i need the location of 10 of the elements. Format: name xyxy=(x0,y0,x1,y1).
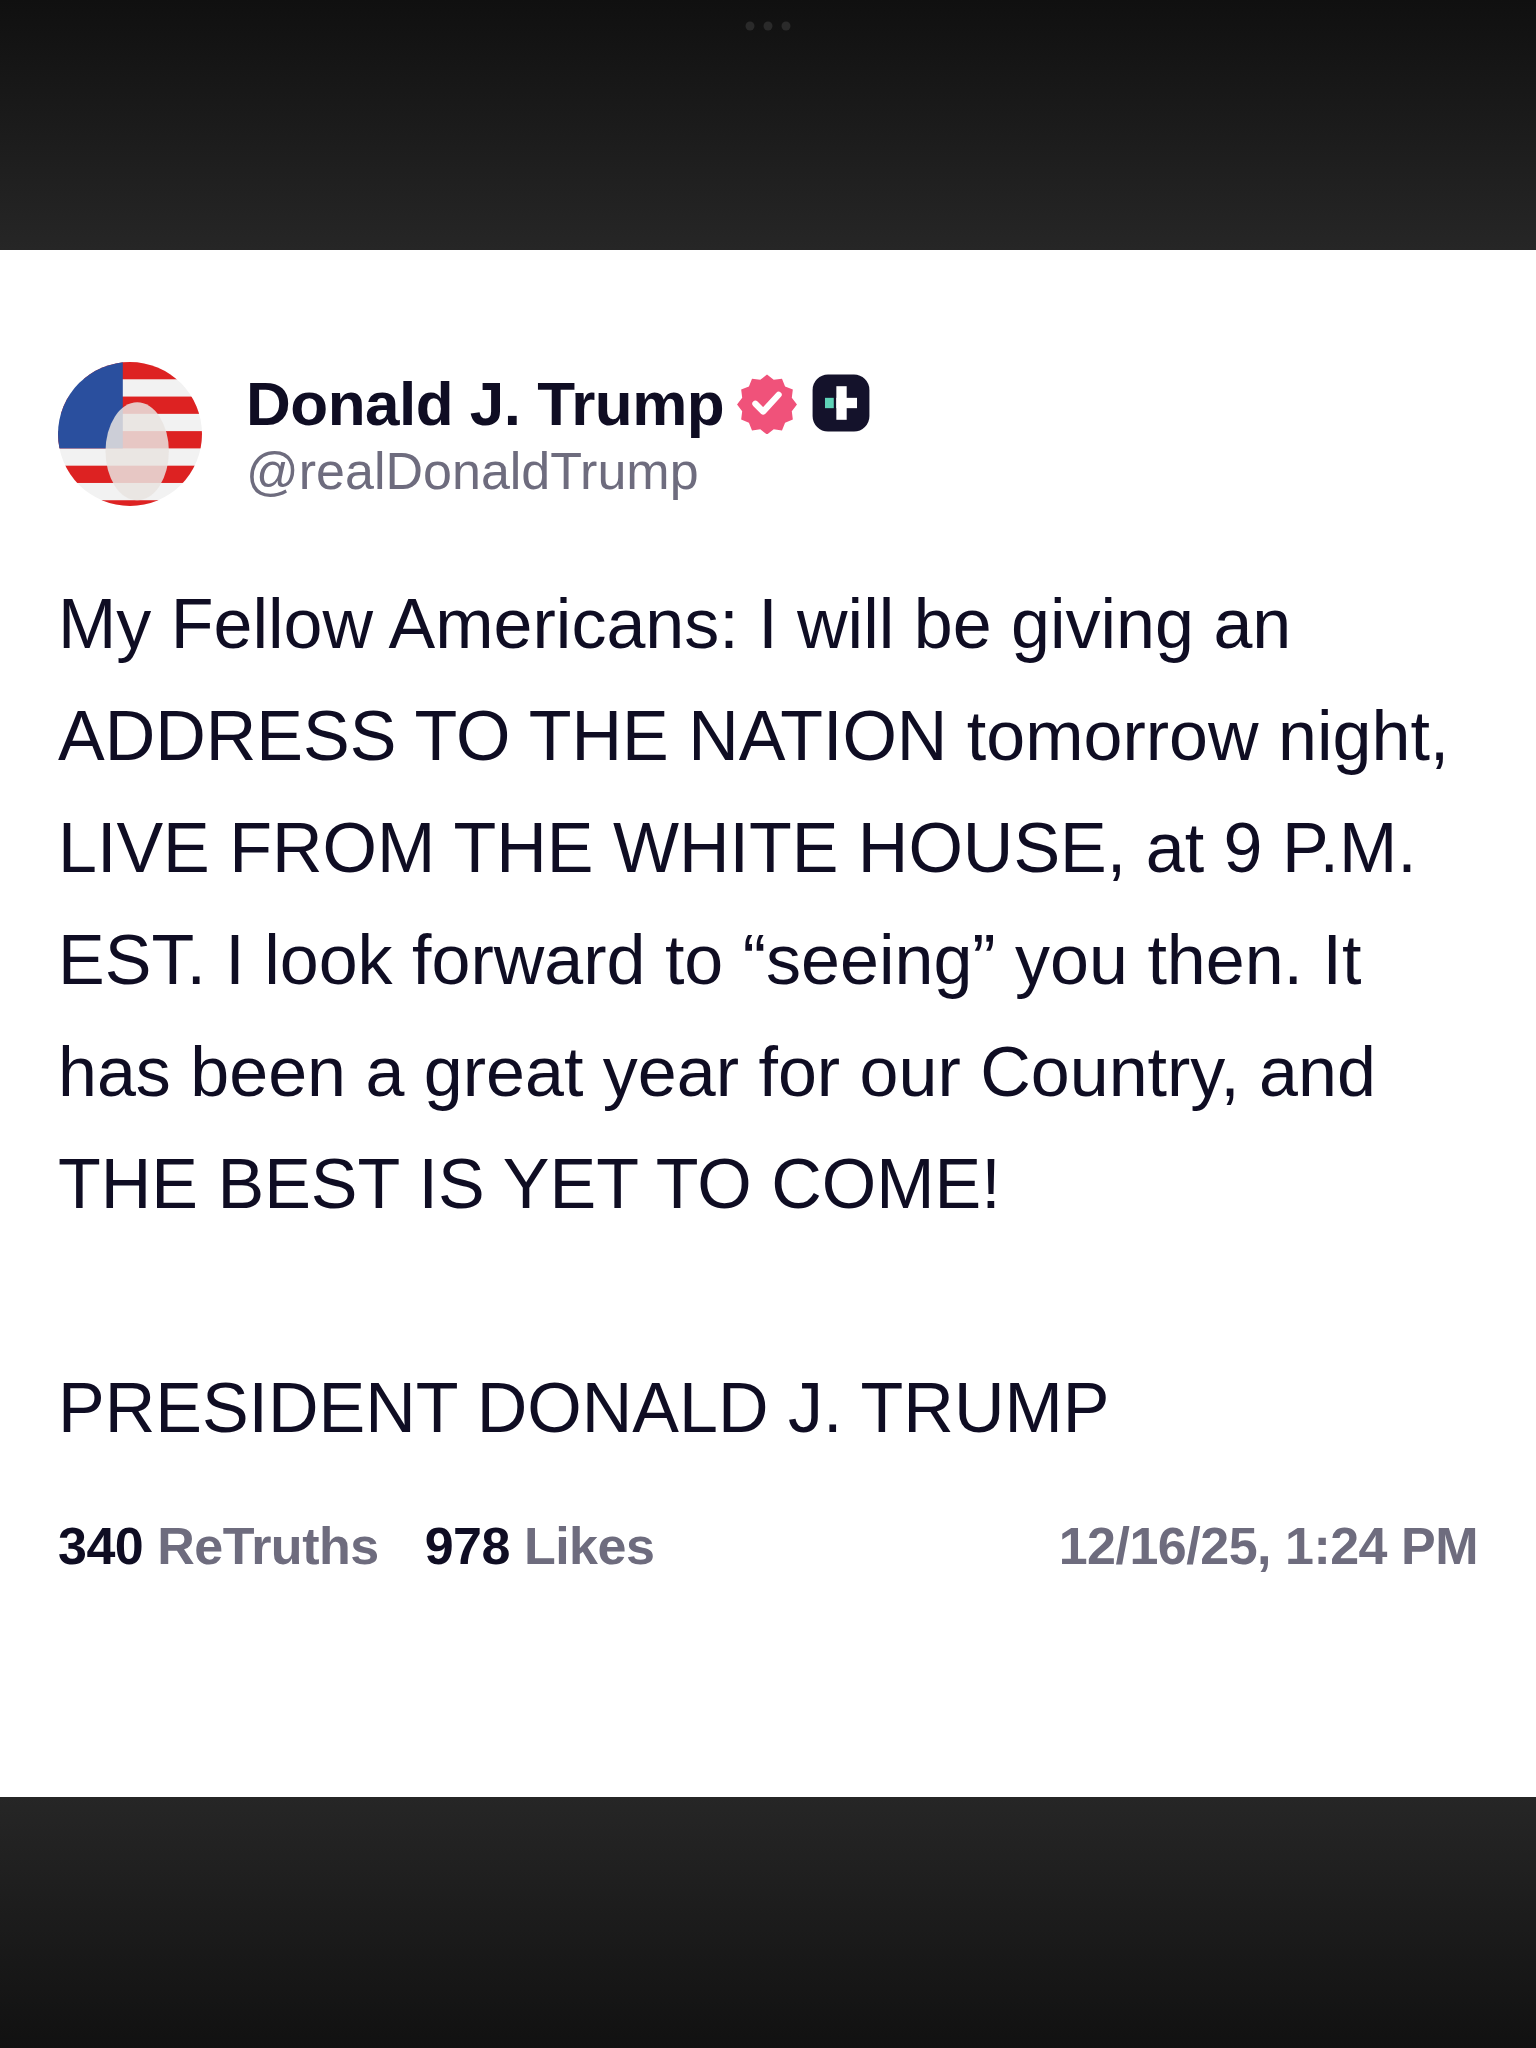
post-text: PRESIDENT DONALD J. TRUMP xyxy=(58,1368,1111,1449)
stat-label[interactable]: ReTruths xyxy=(157,1516,379,1576)
author-name[interactable]: Donald J. Trump xyxy=(246,367,725,439)
post-timestamp: 12/16/25, 1:24 PM xyxy=(1058,1516,1478,1576)
stat-count: 978 xyxy=(424,1516,510,1576)
stat-count: 340 xyxy=(58,1516,144,1576)
stat-label[interactable]: Likes xyxy=(523,1516,655,1576)
dots-icon xyxy=(745,21,791,31)
author-handle[interactable]: @realDonaldTrump xyxy=(246,440,873,501)
post-text: My Fellow Americans: I will be giving an ADDRESS TO THE NATION tomorrow night, LIVE FROM THE WHITE HOUSE, at 9 P.M. EST. I look forward to “seeing” you then. It has been a great year for our Country, and THE BEST IS YET TO COME! xyxy=(58,584,1451,1225)
